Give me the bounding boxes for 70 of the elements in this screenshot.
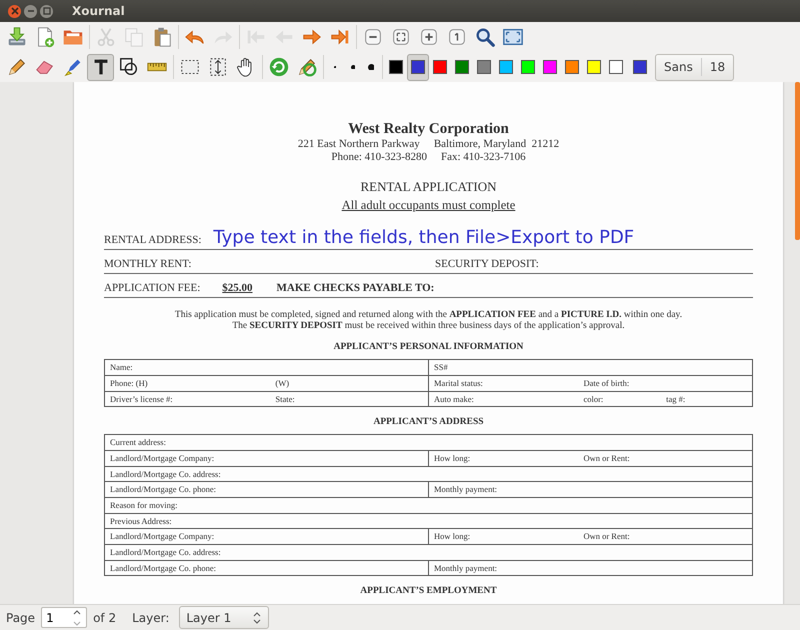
font-button[interactable]: Sans 18 — [655, 54, 734, 80]
field-label: Name: — [110, 362, 133, 372]
field-label: Landlord/Mortgage Company: — [110, 531, 214, 542]
field-label: tag #: — [666, 392, 686, 406]
color-button[interactable] — [407, 54, 429, 80]
layer-dropdown[interactable]: Layer 1 — [179, 606, 270, 629]
phone-text: Phone: 410-323-8280 — [331, 151, 427, 164]
layer-label: Layer: — [132, 610, 170, 626]
field-label: Date of birth: — [583, 376, 630, 390]
page-label: Page — [6, 610, 36, 626]
form-subtitle: All adult occupants must complete — [342, 198, 516, 212]
form-title: RENTAL APPLICATION — [359, 179, 498, 195]
default-tool-icon — [268, 56, 290, 78]
fullscreen-icon — [502, 26, 524, 48]
field-label: MONTHLY RENT: — [104, 256, 192, 272]
notice-text: This application must be completed, signed and returned along with the APPLICATION FEE and a PICTURE I.D. within one day. — [174, 310, 684, 321]
section-heading: APPLICANT’S EMPLOYMENT — [359, 585, 498, 598]
field-label: Own or Rent: — [583, 452, 631, 465]
close-button[interactable] — [8, 4, 21, 18]
field-label: Previous Address: — [110, 516, 172, 526]
scrollbar-thumb[interactable] — [795, 82, 800, 240]
field-label: How long: — [434, 530, 472, 544]
dot-icon — [350, 64, 356, 70]
field-label: Monthly payment: — [434, 484, 498, 494]
field-label: color: — [583, 392, 604, 406]
dot-icon — [368, 64, 374, 70]
copy-icon — [122, 26, 144, 48]
field-label: Current address: — [110, 437, 166, 448]
search-icon — [474, 26, 496, 48]
field-label: State: — [275, 392, 296, 406]
field-label: MAKE CHECKS PAYABLE TO: — [276, 280, 434, 296]
notice-text: The SECURITY DEPOSIT must be received within three business days of the application’s approval. — [231, 321, 626, 332]
page-spinner[interactable]: 1 — [41, 607, 88, 628]
field-label: Landlord/Mortgage Co. phone: — [110, 484, 216, 494]
address-text: 221 East Northern Parkway — [298, 138, 420, 152]
company-name: West Realty Corporation — [347, 120, 510, 138]
maximize-icon — [40, 5, 52, 17]
field-label: Own or Rent: — [583, 530, 631, 544]
field-label: APPLICATION FEE: — [104, 280, 200, 296]
text-tool[interactable] — [87, 54, 114, 80]
fee-amount: $25.00 — [222, 280, 253, 296]
phone-text: Fax: 410-323-7106 — [441, 151, 526, 164]
field-label: Phone: (H) — [110, 376, 149, 390]
section-heading: APPLICANT’S PERSONAL INFORMATION — [332, 341, 524, 354]
shape-icon — [118, 56, 140, 78]
field-label: Landlord/Mortgage Co. phone: — [110, 562, 216, 573]
section-heading: APPLICANT’S ADDRESS — [372, 416, 485, 428]
close-icon — [8, 5, 20, 17]
field-label: Reason for moving: — [110, 500, 178, 510]
field-label: SECURITY DEPOSIT: — [434, 256, 539, 272]
field-label: Auto make: — [434, 392, 475, 406]
field-label: Landlord/Mortgage Co. address: — [110, 547, 221, 557]
field-label: Monthly payment: — [434, 562, 498, 573]
field-label: Landlord/Mortgage Co. address: — [110, 468, 221, 479]
chevrons-icon — [252, 610, 262, 624]
field-label: Landlord/Mortgage Company: — [110, 452, 214, 463]
page-count: of 2 — [93, 610, 116, 626]
page-field[interactable]: 1 — [42, 608, 72, 626]
dot-icon — [334, 66, 336, 68]
minimize-button[interactable] — [24, 4, 37, 18]
field-label: (W) — [275, 376, 290, 390]
maximize-button[interactable] — [40, 4, 53, 18]
address-text: Baltimore, Maryland 21212 — [434, 138, 560, 152]
typed-text: Type text in the fields, then File>Export to PDF — [213, 227, 634, 250]
field-label: How long: — [434, 452, 472, 465]
field-label: RENTAL ADDRESS: — [104, 232, 202, 248]
field-label: Marital status: — [434, 376, 484, 390]
window-title: Xournal — [72, 3, 125, 20]
field-label: Driver’s license #: — [110, 392, 174, 406]
field-label: SS# — [434, 362, 448, 372]
